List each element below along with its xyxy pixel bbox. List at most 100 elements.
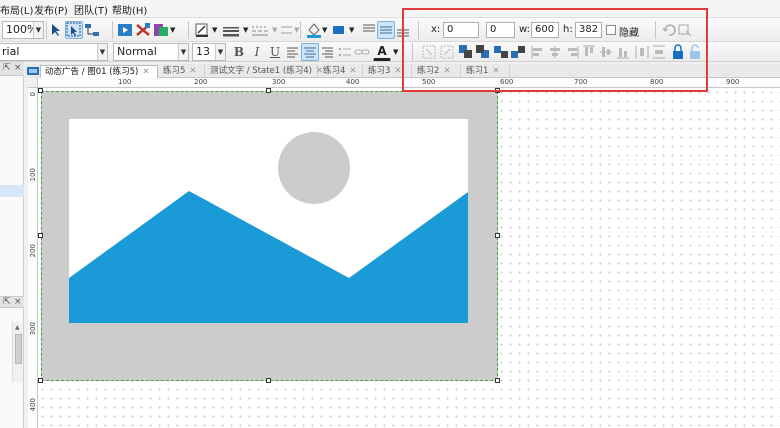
line-weight-icon [223, 27, 239, 37]
align-right-button[interactable] [318, 43, 336, 61]
align-left-button[interactable] [284, 43, 302, 61]
menu-layout[interactable]: 布局(L) [0, 2, 33, 17]
cursor-box-icon [66, 22, 81, 37]
image-placeholder-icon [69, 119, 468, 323]
play-icon [118, 24, 132, 36]
ruler-label: 200 [29, 244, 37, 258]
connector-icon [85, 24, 99, 36]
chevron-down-icon[interactable]: ▼ [170, 26, 175, 34]
menu-team[interactable]: 团队(T) [74, 2, 108, 17]
close-icon[interactable]: ✕ [189, 66, 196, 76]
pin-icon[interactable]: ⇱ [3, 63, 11, 73]
pin-icon[interactable]: ⇱ [3, 297, 11, 307]
panel-scrollbar[interactable]: ▲ [12, 322, 23, 382]
align-center-icon [304, 47, 316, 58]
align-left-icon [287, 47, 298, 58]
align-right-icon [322, 47, 333, 58]
select-contained-button[interactable] [65, 21, 83, 39]
panel-header: ⇱ × [0, 296, 24, 308]
close-icon[interactable]: ✕ [349, 66, 356, 76]
vertical-ruler: 0 100 200 300 400 [28, 88, 38, 428]
ruler-label: 300 [29, 322, 37, 336]
resize-handle[interactable] [38, 233, 43, 238]
ruler-label: 400 [29, 398, 37, 412]
selected-page-item[interactable] [0, 185, 24, 197]
resize-handle[interactable] [495, 378, 500, 383]
text-style-select[interactable]: Normal ▼ [113, 43, 189, 61]
align-center-button[interactable] [301, 43, 319, 61]
left-panel: ⇱ × ⇱ × ▲ [0, 62, 24, 428]
resize-handle[interactable] [266, 378, 271, 383]
italic-button[interactable]: I [248, 43, 266, 61]
bold-button[interactable]: B [230, 43, 248, 61]
select-tool-button[interactable] [48, 21, 66, 39]
font-family-select[interactable]: rial ▼ [0, 43, 108, 61]
chevron-down-icon: ▼ [33, 22, 43, 38]
chevron-down-icon[interactable]: ▼ [212, 26, 217, 34]
text-style-value: Normal [117, 45, 157, 58]
chevron-down-icon[interactable]: ▼ [294, 26, 299, 34]
tab-test-text[interactable]: 测试文字 / State1 (练习4) ✕ [206, 65, 323, 78]
chevron-down-icon: ▼ [215, 44, 225, 60]
tab-label: 练习5 [163, 66, 186, 76]
text-color-button[interactable]: A [373, 43, 391, 61]
ruler-corner [28, 78, 38, 88]
ruler-label: 0 [29, 92, 37, 97]
publish-button[interactable] [152, 21, 170, 39]
cursor-icon [52, 24, 60, 36]
shadow-icon [333, 26, 344, 34]
resize-handle[interactable] [38, 88, 43, 93]
arrow-style-icon [281, 26, 292, 34]
bullet-list-icon [338, 47, 351, 57]
panel-header: ⇱ × [0, 62, 24, 76]
separator [300, 21, 301, 39]
resize-handle[interactable] [495, 233, 500, 238]
ruler-label: 300 [272, 78, 286, 86]
link-icon [354, 49, 370, 55]
underline-button[interactable]: U [266, 43, 284, 61]
shadow-button[interactable] [330, 21, 348, 39]
chevron-up-icon[interactable]: ▲ [15, 324, 20, 331]
menu-help[interactable]: 帮助(H) [112, 2, 147, 17]
page-icon-cell [24, 64, 40, 78]
ruler-label: 100 [118, 78, 132, 86]
align-top-text-button[interactable] [360, 21, 378, 39]
fill-color-button[interactable] [305, 21, 323, 39]
line-style-button[interactable] [249, 21, 273, 39]
chevron-down-icon[interactable]: ▼ [393, 48, 398, 56]
paint-bucket-icon [307, 23, 321, 38]
close-icon[interactable]: ✕ [142, 67, 149, 77]
fill-style-button[interactable] [193, 21, 211, 39]
close-icon[interactable]: × [14, 297, 22, 307]
connector-tool-button[interactable] [83, 21, 101, 39]
scrollbar-thumb[interactable] [15, 334, 22, 364]
chevron-down-icon[interactable]: ▼ [349, 26, 354, 34]
ruler-label: 200 [194, 78, 208, 86]
paint-icon [195, 23, 208, 37]
tab-ad-page[interactable]: 动态广告 / 图01 (练习5) ✕ [40, 65, 158, 78]
align-middle-text-button[interactable] [377, 21, 395, 39]
font-size-select[interactable]: 13 ▼ [192, 43, 226, 61]
bullet-list-button[interactable] [336, 43, 354, 61]
tab-label: 动态广告 / 图01 (练习5) [45, 67, 139, 77]
menu-publish[interactable]: 发布(P) [34, 2, 68, 17]
chevron-down-icon[interactable]: ▼ [243, 26, 248, 34]
chevron-down-icon[interactable]: ▼ [272, 26, 277, 34]
preview-button[interactable] [116, 21, 134, 39]
tab-exercise4[interactable]: 练习4 ✕ [319, 65, 363, 78]
separator [112, 21, 113, 39]
line-weight-button[interactable] [220, 21, 244, 39]
tab-exercise5[interactable]: 练习5 ✕ [159, 65, 205, 78]
align-middle-icon [380, 26, 392, 34]
close-icon[interactable]: × [14, 63, 22, 73]
image-placeholder-widget[interactable] [41, 91, 498, 381]
chevron-down-icon[interactable]: ▼ [322, 26, 327, 34]
font-family-value: rial [2, 45, 20, 58]
resize-handle[interactable] [38, 378, 43, 383]
zoom-select[interactable]: 100% ▼ [2, 21, 44, 39]
chevron-down-icon: ▼ [97, 44, 107, 60]
share-button[interactable] [134, 21, 152, 39]
close-icon[interactable]: ✕ [394, 66, 401, 76]
link-button[interactable] [353, 43, 371, 61]
resize-handle[interactable] [266, 88, 271, 93]
